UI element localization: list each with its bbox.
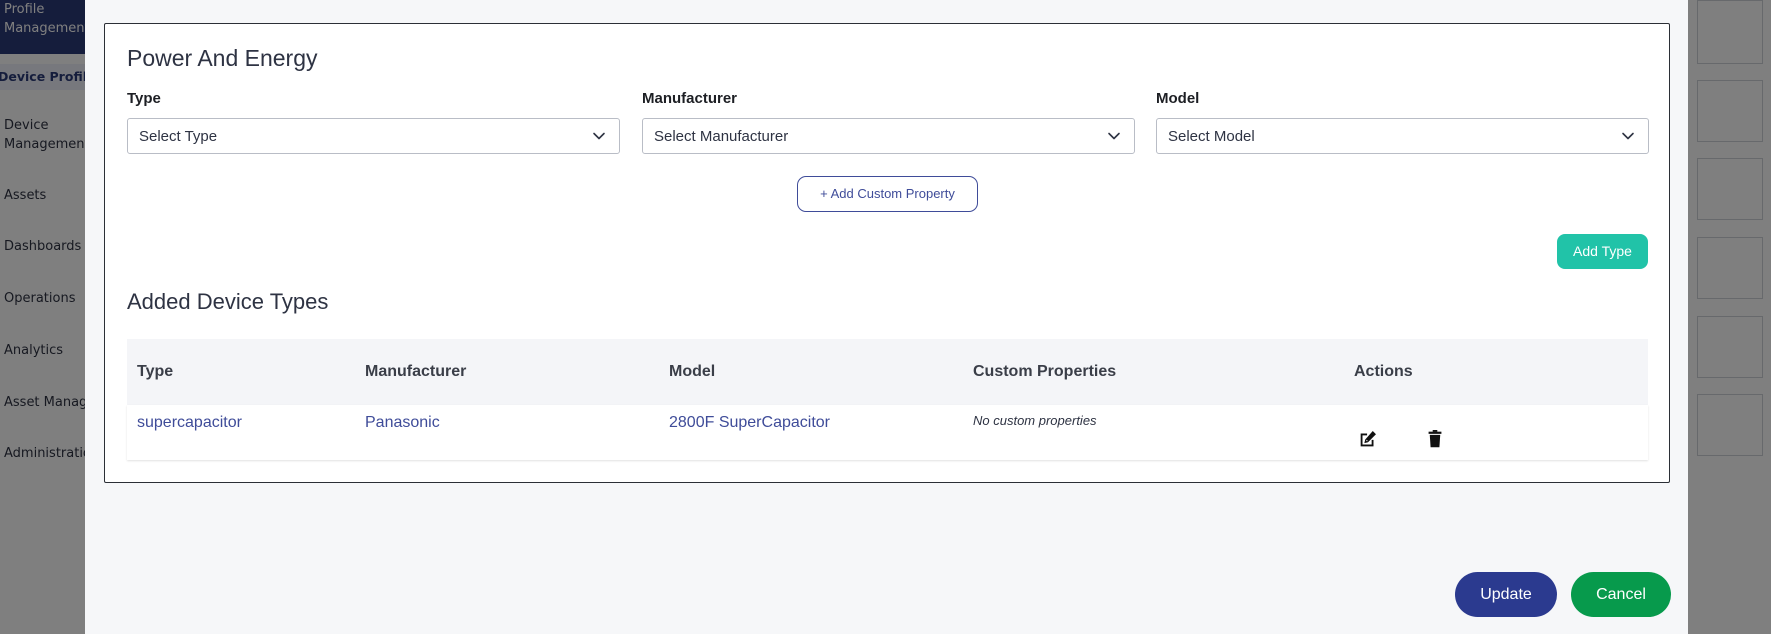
add-custom-property-button[interactable]: + Add Custom Property [797,176,978,212]
cell-model: 2800F SuperCapacitor [669,414,830,431]
column-header-custom-properties: Custom Properties [973,363,1117,380]
cancel-button[interactable]: Cancel [1571,572,1671,617]
model-select[interactable]: Select Model [1156,118,1649,154]
cell-type: supercapacitor [137,414,242,431]
chevron-down-icon [593,132,605,140]
trash-icon[interactable] [1424,428,1446,450]
type-select[interactable]: Select Type [127,118,620,154]
added-device-types-title: Added Device Types [127,289,329,314]
type-label: Type [127,90,161,107]
add-type-button[interactable]: Add Type [1557,234,1648,269]
column-header-type: Type [137,363,174,380]
manufacturer-label: Manufacturer [642,90,738,107]
device-types-table: Type Manufacturer Model Custom Propertie… [127,339,1648,460]
column-header-actions: Actions [1354,363,1413,380]
edit-icon[interactable] [1357,428,1379,450]
cell-custom-properties: No custom properties [973,413,1097,428]
cell-manufacturer: Panasonic [365,414,440,431]
column-header-manufacturer: Manufacturer [365,363,467,380]
update-button[interactable]: Update [1455,572,1557,617]
chevron-down-icon [1108,132,1120,140]
table-row: supercapacitor Panasonic 2800F SuperCapa… [127,405,1648,460]
manufacturer-select[interactable]: Select Manufacturer [642,118,1135,154]
chevron-down-icon [1622,132,1634,140]
manufacturer-select-value: Select Manufacturer [654,128,789,145]
column-header-model: Model [669,363,716,380]
model-select-value: Select Model [1168,128,1255,145]
section-title: Power And Energy [127,45,318,71]
model-label: Model [1156,90,1200,107]
edit-device-profile-modal: Power And Energy Type Select Type Manufa… [85,0,1688,634]
table-header: Type Manufacturer Model Custom Propertie… [127,339,1648,405]
type-select-value: Select Type [139,128,218,145]
power-and-energy-card: Power And Energy Type Select Type Manufa… [104,23,1670,483]
